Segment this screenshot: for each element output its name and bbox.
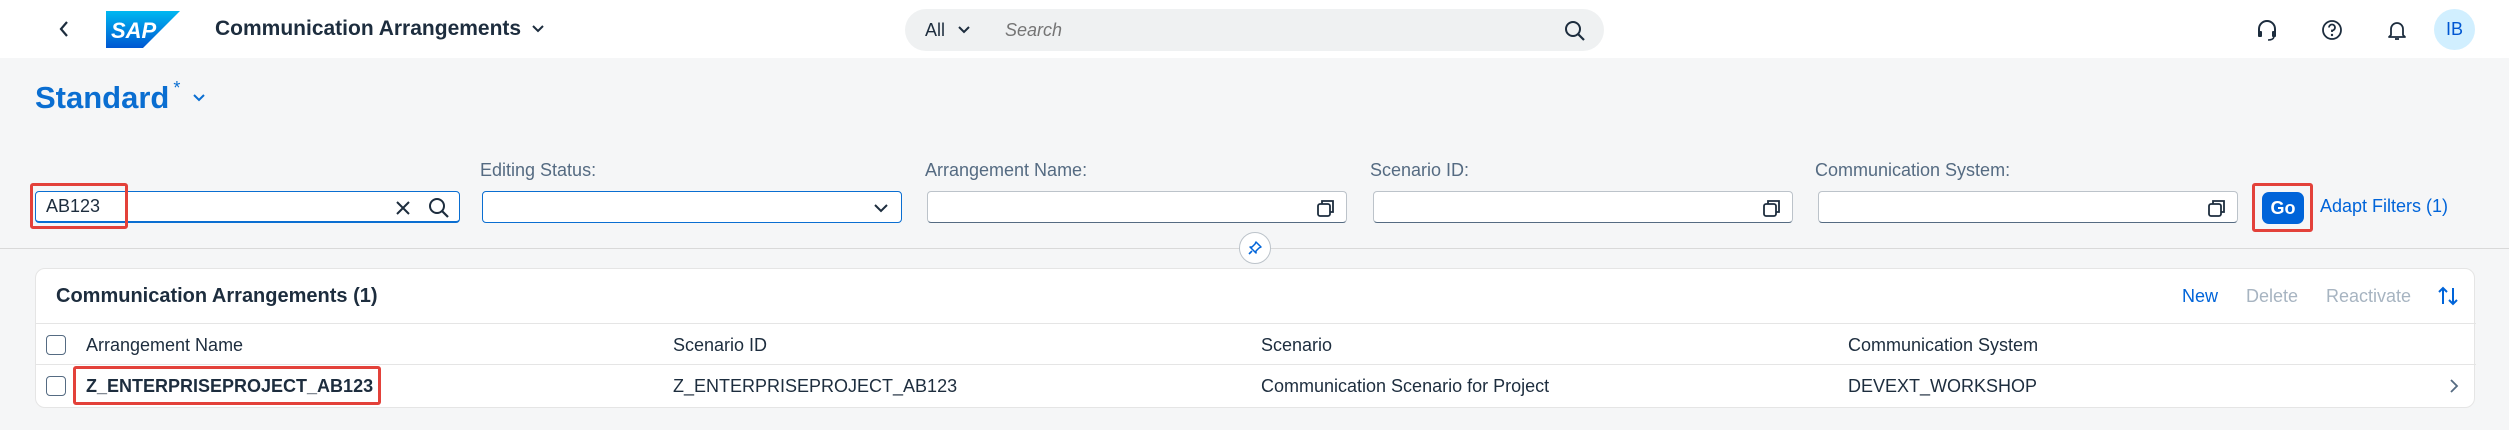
- basic-search-field: [35, 191, 460, 223]
- new-button[interactable]: New: [2182, 286, 2218, 307]
- back-button[interactable]: [50, 14, 78, 44]
- support-button[interactable]: [2251, 14, 2283, 46]
- scenario-id-input[interactable]: [1374, 192, 1744, 222]
- arrangements-table: Communication Arrangements (1) New Delet…: [35, 268, 2476, 408]
- pin-header-button[interactable]: [1239, 232, 1271, 264]
- scenario-id-label: Scenario ID:: [1370, 160, 1470, 180]
- column-header-scenario-id[interactable]: Scenario ID: [673, 335, 767, 356]
- help-button[interactable]: [2316, 14, 2348, 46]
- cell-scenario-id: Z_ENTERPRISEPROJECT_AB123: [673, 376, 958, 396]
- user-avatar[interactable]: IB: [2434, 9, 2475, 50]
- delete-button[interactable]: Delete: [2246, 286, 2298, 307]
- pin-icon: [1248, 241, 1262, 255]
- search-icon: [1565, 21, 1585, 41]
- cell-communication-system: DEVEXT_WORKSHOP: [1848, 376, 2038, 396]
- headset-icon: [2258, 20, 2276, 41]
- sap-logo[interactable]: SAP: [106, 11, 180, 48]
- svg-text:SAP: SAP: [111, 18, 157, 43]
- editing-status-select[interactable]: [482, 191, 902, 223]
- chevron-down-icon: [958, 26, 970, 34]
- editing-status-value: [483, 192, 843, 222]
- cell-scenario: Communication Scenario for Project: [1261, 376, 1550, 396]
- notifications-button[interactable]: [2381, 14, 2413, 46]
- column-header-scenario[interactable]: Scenario: [1261, 335, 1332, 356]
- back-icon: [59, 21, 68, 37]
- value-help-icon[interactable]: [2207, 198, 2227, 218]
- chevron-down-icon: [193, 94, 206, 102]
- column-header-arrangement-name[interactable]: Arrangement Name: [86, 335, 243, 356]
- value-help-icon[interactable]: [1762, 198, 1782, 218]
- go-button[interactable]: Go: [2262, 192, 2304, 224]
- communication-system-label: Communication System:: [1815, 160, 2011, 180]
- variant-title: Standard: [35, 80, 170, 115]
- search-input[interactable]: [995, 9, 1525, 51]
- communication-system-input[interactable]: [1819, 192, 2189, 222]
- editing-status-label: Editing Status:: [480, 160, 597, 180]
- search-button[interactable]: [1562, 18, 1588, 44]
- table-title: Communication Arrangements (1): [56, 285, 378, 307]
- value-help-icon[interactable]: [1316, 198, 1336, 218]
- chevron-down-icon: [874, 204, 888, 213]
- select-all-checkbox[interactable]: [46, 335, 66, 355]
- app-title: Communication Arrangements: [215, 17, 522, 40]
- arrangement-name-field: [927, 191, 1347, 223]
- search-scope-value: All: [925, 19, 946, 40]
- table-header-row: Arrangement Name Scenario ID Scenario Co…: [36, 323, 2476, 365]
- chevron-down-icon: [532, 25, 544, 33]
- basic-search-input[interactable]: [36, 192, 386, 221]
- table-row[interactable]: Z_ENTERPRISEPROJECT_AB123 Z_ENTERPRISEPR…: [36, 365, 2476, 407]
- app-title-menu[interactable]: Communication Arrangements: [215, 17, 545, 41]
- bell-icon: [2388, 22, 2406, 40]
- global-search: All: [905, 9, 1604, 51]
- scenario-id-field: [1373, 191, 1793, 223]
- variant-modified-marker: *: [173, 77, 181, 98]
- reactivate-button[interactable]: Reactivate: [2326, 286, 2411, 307]
- communication-system-field: [1818, 191, 2238, 223]
- cell-arrangement-name: Z_ENTERPRISEPROJECT_AB123: [86, 376, 374, 396]
- search-scope-select[interactable]: All: [905, 9, 995, 51]
- clear-icon[interactable]: [394, 199, 412, 217]
- variant-selector[interactable]: Standard *: [35, 77, 206, 116]
- adapt-filters-button[interactable]: Adapt Filters (1): [2320, 196, 2448, 217]
- help-icon: [2322, 20, 2342, 40]
- sort-icon[interactable]: [2436, 284, 2460, 308]
- shell-bar: SAP Communication Arrangements All IB: [0, 0, 2509, 58]
- arrangement-name-label: Arrangement Name:: [925, 160, 1088, 180]
- search-icon[interactable]: [428, 197, 450, 219]
- column-header-communication-system[interactable]: Communication System: [1848, 335, 2038, 356]
- chevron-right-icon[interactable]: [2444, 376, 2464, 396]
- arrangement-name-input[interactable]: [928, 192, 1298, 222]
- row-checkbox[interactable]: [46, 376, 66, 396]
